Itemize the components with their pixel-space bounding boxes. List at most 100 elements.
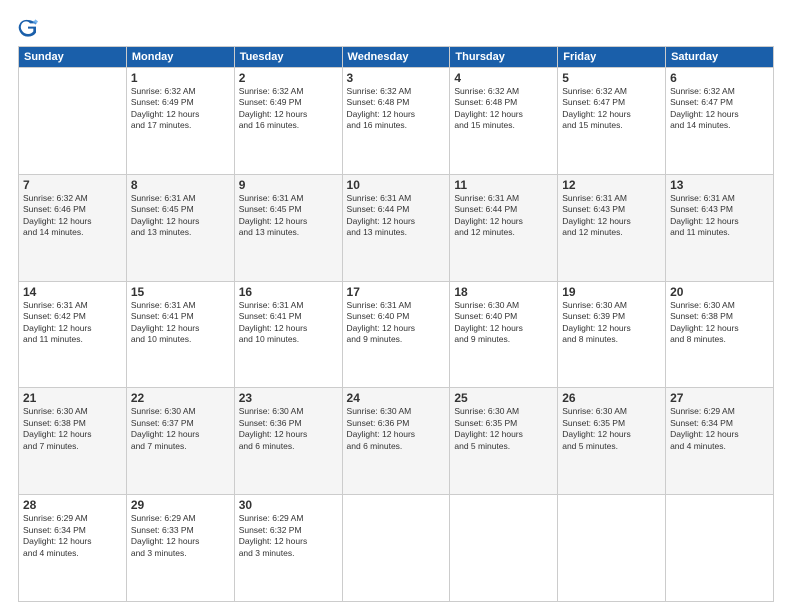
calendar-cell: 23Sunrise: 6:30 AM Sunset: 6:36 PM Dayli… bbox=[234, 388, 342, 495]
day-info: Sunrise: 6:31 AM Sunset: 6:43 PM Dayligh… bbox=[670, 193, 769, 239]
calendar-cell: 11Sunrise: 6:31 AM Sunset: 6:44 PM Dayli… bbox=[450, 174, 558, 281]
day-info: Sunrise: 6:32 AM Sunset: 6:47 PM Dayligh… bbox=[562, 86, 661, 132]
day-info: Sunrise: 6:30 AM Sunset: 6:35 PM Dayligh… bbox=[562, 406, 661, 452]
calendar-week-3: 14Sunrise: 6:31 AM Sunset: 6:42 PM Dayli… bbox=[19, 281, 774, 388]
day-info: Sunrise: 6:30 AM Sunset: 6:40 PM Dayligh… bbox=[454, 300, 553, 346]
calendar-cell: 14Sunrise: 6:31 AM Sunset: 6:42 PM Dayli… bbox=[19, 281, 127, 388]
column-header-saturday: Saturday bbox=[666, 47, 774, 68]
day-number: 4 bbox=[454, 71, 553, 85]
day-info: Sunrise: 6:31 AM Sunset: 6:44 PM Dayligh… bbox=[454, 193, 553, 239]
day-info: Sunrise: 6:30 AM Sunset: 6:36 PM Dayligh… bbox=[239, 406, 338, 452]
calendar-cell: 8Sunrise: 6:31 AM Sunset: 6:45 PM Daylig… bbox=[126, 174, 234, 281]
day-number: 17 bbox=[347, 285, 446, 299]
calendar-cell: 28Sunrise: 6:29 AM Sunset: 6:34 PM Dayli… bbox=[19, 495, 127, 602]
calendar-cell: 20Sunrise: 6:30 AM Sunset: 6:38 PM Dayli… bbox=[666, 281, 774, 388]
calendar-cell: 4Sunrise: 6:32 AM Sunset: 6:48 PM Daylig… bbox=[450, 68, 558, 175]
day-info: Sunrise: 6:31 AM Sunset: 6:45 PM Dayligh… bbox=[131, 193, 230, 239]
calendar-cell: 1Sunrise: 6:32 AM Sunset: 6:49 PM Daylig… bbox=[126, 68, 234, 175]
day-info: Sunrise: 6:30 AM Sunset: 6:36 PM Dayligh… bbox=[347, 406, 446, 452]
day-info: Sunrise: 6:31 AM Sunset: 6:40 PM Dayligh… bbox=[347, 300, 446, 346]
calendar-cell: 2Sunrise: 6:32 AM Sunset: 6:49 PM Daylig… bbox=[234, 68, 342, 175]
calendar-cell: 6Sunrise: 6:32 AM Sunset: 6:47 PM Daylig… bbox=[666, 68, 774, 175]
calendar-week-1: 1Sunrise: 6:32 AM Sunset: 6:49 PM Daylig… bbox=[19, 68, 774, 175]
day-info: Sunrise: 6:29 AM Sunset: 6:34 PM Dayligh… bbox=[23, 513, 122, 559]
day-number: 27 bbox=[670, 391, 769, 405]
day-number: 30 bbox=[239, 498, 338, 512]
calendar-cell: 3Sunrise: 6:32 AM Sunset: 6:48 PM Daylig… bbox=[342, 68, 450, 175]
day-number: 6 bbox=[670, 71, 769, 85]
calendar-cell: 18Sunrise: 6:30 AM Sunset: 6:40 PM Dayli… bbox=[450, 281, 558, 388]
day-info: Sunrise: 6:29 AM Sunset: 6:32 PM Dayligh… bbox=[239, 513, 338, 559]
calendar-week-2: 7Sunrise: 6:32 AM Sunset: 6:46 PM Daylig… bbox=[19, 174, 774, 281]
day-number: 8 bbox=[131, 178, 230, 192]
calendar-cell bbox=[342, 495, 450, 602]
day-number: 2 bbox=[239, 71, 338, 85]
day-number: 13 bbox=[670, 178, 769, 192]
day-number: 23 bbox=[239, 391, 338, 405]
day-info: Sunrise: 6:29 AM Sunset: 6:33 PM Dayligh… bbox=[131, 513, 230, 559]
calendar-cell: 13Sunrise: 6:31 AM Sunset: 6:43 PM Dayli… bbox=[666, 174, 774, 281]
day-info: Sunrise: 6:32 AM Sunset: 6:46 PM Dayligh… bbox=[23, 193, 122, 239]
calendar-cell: 30Sunrise: 6:29 AM Sunset: 6:32 PM Dayli… bbox=[234, 495, 342, 602]
day-info: Sunrise: 6:30 AM Sunset: 6:38 PM Dayligh… bbox=[670, 300, 769, 346]
day-number: 15 bbox=[131, 285, 230, 299]
day-number: 18 bbox=[454, 285, 553, 299]
calendar-cell: 25Sunrise: 6:30 AM Sunset: 6:35 PM Dayli… bbox=[450, 388, 558, 495]
day-info: Sunrise: 6:32 AM Sunset: 6:48 PM Dayligh… bbox=[454, 86, 553, 132]
day-number: 9 bbox=[239, 178, 338, 192]
header bbox=[18, 18, 774, 38]
column-header-tuesday: Tuesday bbox=[234, 47, 342, 68]
day-info: Sunrise: 6:30 AM Sunset: 6:39 PM Dayligh… bbox=[562, 300, 661, 346]
calendar-cell: 10Sunrise: 6:31 AM Sunset: 6:44 PM Dayli… bbox=[342, 174, 450, 281]
calendar-cell: 26Sunrise: 6:30 AM Sunset: 6:35 PM Dayli… bbox=[558, 388, 666, 495]
calendar-cell bbox=[558, 495, 666, 602]
day-number: 16 bbox=[239, 285, 338, 299]
day-number: 26 bbox=[562, 391, 661, 405]
day-info: Sunrise: 6:32 AM Sunset: 6:48 PM Dayligh… bbox=[347, 86, 446, 132]
calendar-header-row: SundayMondayTuesdayWednesdayThursdayFrid… bbox=[19, 47, 774, 68]
calendar-cell: 9Sunrise: 6:31 AM Sunset: 6:45 PM Daylig… bbox=[234, 174, 342, 281]
day-info: Sunrise: 6:32 AM Sunset: 6:49 PM Dayligh… bbox=[131, 86, 230, 132]
day-number: 11 bbox=[454, 178, 553, 192]
calendar-cell: 19Sunrise: 6:30 AM Sunset: 6:39 PM Dayli… bbox=[558, 281, 666, 388]
calendar-cell bbox=[450, 495, 558, 602]
calendar-week-4: 21Sunrise: 6:30 AM Sunset: 6:38 PM Dayli… bbox=[19, 388, 774, 495]
day-info: Sunrise: 6:31 AM Sunset: 6:44 PM Dayligh… bbox=[347, 193, 446, 239]
logo-icon bbox=[18, 18, 38, 38]
column-header-thursday: Thursday bbox=[450, 47, 558, 68]
calendar-table: SundayMondayTuesdayWednesdayThursdayFrid… bbox=[18, 46, 774, 602]
day-number: 24 bbox=[347, 391, 446, 405]
column-header-wednesday: Wednesday bbox=[342, 47, 450, 68]
calendar-cell: 24Sunrise: 6:30 AM Sunset: 6:36 PM Dayli… bbox=[342, 388, 450, 495]
page: SundayMondayTuesdayWednesdayThursdayFrid… bbox=[0, 0, 792, 612]
day-number: 28 bbox=[23, 498, 122, 512]
day-info: Sunrise: 6:31 AM Sunset: 6:43 PM Dayligh… bbox=[562, 193, 661, 239]
day-number: 1 bbox=[131, 71, 230, 85]
day-number: 20 bbox=[670, 285, 769, 299]
column-header-friday: Friday bbox=[558, 47, 666, 68]
day-number: 3 bbox=[347, 71, 446, 85]
calendar-cell: 12Sunrise: 6:31 AM Sunset: 6:43 PM Dayli… bbox=[558, 174, 666, 281]
calendar-cell: 29Sunrise: 6:29 AM Sunset: 6:33 PM Dayli… bbox=[126, 495, 234, 602]
day-info: Sunrise: 6:31 AM Sunset: 6:41 PM Dayligh… bbox=[239, 300, 338, 346]
calendar-cell: 27Sunrise: 6:29 AM Sunset: 6:34 PM Dayli… bbox=[666, 388, 774, 495]
calendar-cell: 15Sunrise: 6:31 AM Sunset: 6:41 PM Dayli… bbox=[126, 281, 234, 388]
day-info: Sunrise: 6:29 AM Sunset: 6:34 PM Dayligh… bbox=[670, 406, 769, 452]
day-info: Sunrise: 6:31 AM Sunset: 6:41 PM Dayligh… bbox=[131, 300, 230, 346]
day-number: 22 bbox=[131, 391, 230, 405]
day-info: Sunrise: 6:31 AM Sunset: 6:42 PM Dayligh… bbox=[23, 300, 122, 346]
day-number: 25 bbox=[454, 391, 553, 405]
day-info: Sunrise: 6:31 AM Sunset: 6:45 PM Dayligh… bbox=[239, 193, 338, 239]
day-number: 21 bbox=[23, 391, 122, 405]
day-number: 5 bbox=[562, 71, 661, 85]
day-info: Sunrise: 6:30 AM Sunset: 6:38 PM Dayligh… bbox=[23, 406, 122, 452]
day-number: 29 bbox=[131, 498, 230, 512]
calendar-cell: 5Sunrise: 6:32 AM Sunset: 6:47 PM Daylig… bbox=[558, 68, 666, 175]
day-info: Sunrise: 6:30 AM Sunset: 6:37 PM Dayligh… bbox=[131, 406, 230, 452]
day-info: Sunrise: 6:32 AM Sunset: 6:47 PM Dayligh… bbox=[670, 86, 769, 132]
calendar-cell: 7Sunrise: 6:32 AM Sunset: 6:46 PM Daylig… bbox=[19, 174, 127, 281]
day-number: 19 bbox=[562, 285, 661, 299]
day-info: Sunrise: 6:32 AM Sunset: 6:49 PM Dayligh… bbox=[239, 86, 338, 132]
day-number: 10 bbox=[347, 178, 446, 192]
calendar-cell: 16Sunrise: 6:31 AM Sunset: 6:41 PM Dayli… bbox=[234, 281, 342, 388]
